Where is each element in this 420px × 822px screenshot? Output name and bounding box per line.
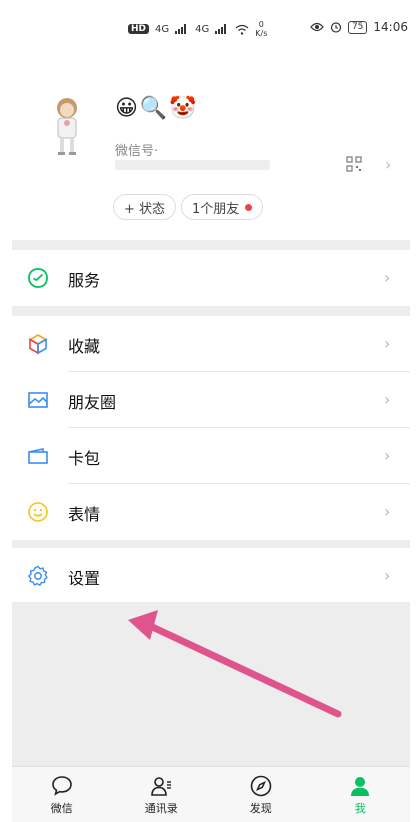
- menu-item-service[interactable]: 服务 ›: [12, 250, 410, 306]
- tab-chats[interactable]: 微信: [12, 767, 112, 822]
- chevron-right-icon: ›: [384, 446, 391, 465]
- chevron-right-icon: ›: [384, 268, 391, 287]
- network-speed: 0 K/s: [255, 20, 267, 38]
- status-right: 75 14:06: [310, 20, 408, 34]
- smiley-icon: [28, 502, 48, 522]
- speed-unit: K/s: [255, 29, 268, 38]
- menu-item-stickers[interactable]: 表情 ›: [12, 484, 410, 540]
- person-icon: [351, 776, 370, 796]
- tab-label-contacts: 通讯录: [144, 801, 178, 815]
- menu-item-cards[interactable]: 卡包 ›: [12, 428, 410, 484]
- profile-header[interactable]: 😀🔍🤡 微信号· › + 状态 1个朋友: [0, 60, 420, 240]
- signal-icon: [215, 24, 227, 34]
- tab-contacts[interactable]: 通讯录: [112, 767, 212, 822]
- status-chip[interactable]: + 状态: [113, 194, 177, 220]
- menu-item-favorites[interactable]: 收藏 ›: [12, 316, 410, 372]
- signal-icon: [175, 24, 187, 34]
- profile-nickname: 😀🔍🤡: [115, 96, 199, 121]
- menu-label-service: 服务: [68, 271, 101, 290]
- menu-label-settings: 设置: [68, 569, 101, 588]
- service-icon: [28, 268, 48, 288]
- alarm-icon: [330, 22, 342, 33]
- notification-dot: [245, 203, 253, 211]
- status-indicators: HD 4G 4G 0 K/s: [128, 20, 267, 38]
- menu-item-moments[interactable]: 朋友圈 ›: [12, 372, 410, 428]
- wechat-id-value-blurred: [115, 160, 270, 170]
- chat-bubble-icon: [51, 775, 72, 796]
- section-gap: [12, 240, 410, 250]
- section-gap: [12, 540, 410, 548]
- chevron-right-icon: ›: [384, 502, 391, 521]
- menu-item-settings[interactable]: 设置 ›: [12, 548, 410, 604]
- chevron-right-icon: ›: [384, 390, 391, 409]
- tab-me[interactable]: 我: [311, 767, 411, 822]
- menu-label-stickers: 表情: [68, 505, 101, 524]
- menu-label-favorites: 收藏: [68, 337, 101, 356]
- favorites-cube-icon: [28, 334, 48, 355]
- qr-code-icon[interactable]: [346, 156, 362, 172]
- contacts-icon: [151, 776, 172, 796]
- tab-label-discover: 发现: [249, 801, 272, 815]
- tab-label-chats: 微信: [50, 801, 73, 815]
- compass-icon: [250, 775, 272, 796]
- menu-label-cards: 卡包: [68, 449, 101, 468]
- friends-chip-label: 1个朋友: [192, 201, 240, 217]
- wechat-id-label: 微信号·: [115, 144, 159, 159]
- friends-status-chip[interactable]: 1个朋友: [181, 194, 264, 220]
- chevron-right-icon: ›: [384, 334, 391, 353]
- bottom-tab-bar: 微信 通讯录 发现 我: [12, 766, 410, 822]
- hd-badge: HD: [128, 24, 150, 34]
- tab-discover[interactable]: 发现: [211, 767, 311, 822]
- card-wallet-icon: [28, 448, 48, 464]
- battery-indicator: 75: [347, 20, 368, 34]
- gear-icon: [28, 565, 48, 586]
- signal-1-label: 4G: [155, 23, 170, 35]
- speed-value: 0: [258, 20, 264, 29]
- tab-label-me: 我: [354, 801, 366, 815]
- avatar[interactable]: [45, 96, 89, 158]
- chevron-right-icon: ›: [384, 566, 391, 585]
- menu-label-moments: 朋友圈: [68, 393, 117, 412]
- section-gap: [12, 306, 410, 316]
- signal-2-label: 4G: [195, 23, 210, 35]
- clock: 14:06: [373, 20, 408, 34]
- moments-image-icon: [28, 392, 48, 408]
- empty-area: [12, 602, 410, 766]
- chevron-right-icon: ›: [385, 155, 392, 174]
- wifi-icon: [235, 24, 249, 35]
- status-bar: HD 4G 4G 0 K/s 75 14:06: [0, 0, 420, 60]
- eye-icon: [310, 22, 324, 32]
